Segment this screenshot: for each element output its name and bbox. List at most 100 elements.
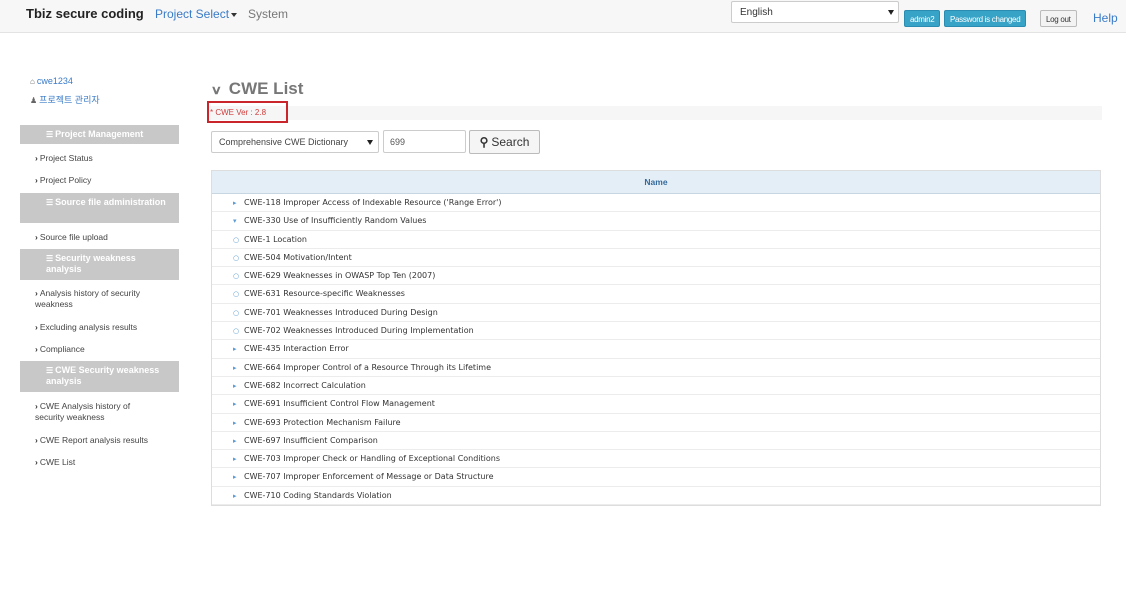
table-row[interactable]: ▾ CWE-330 Use of Insufficiently Random Va…: [212, 212, 1100, 231]
password-change-button[interactable]: Password is changed: [944, 10, 1027, 27]
caret-right-icon[interactable]: ▸: [233, 468, 237, 486]
project-select-label: Project Select: [155, 7, 230, 21]
dictionary-select[interactable]: Comprehensive CWE Dictionary: [211, 131, 379, 153]
caret-right-icon[interactable]: ▸: [233, 414, 237, 432]
sidebar-item-source-file-upload[interactable]: › Source file upload: [35, 232, 175, 243]
sidebar-item-excluding-analysis-results[interactable]: › Excluding analysis results: [35, 322, 175, 333]
sidebar-item-label: CWE Analysis history of security weaknes…: [35, 401, 131, 422]
table-row[interactable]: ▸ CWE-707 Improper Enforcement of Message…: [212, 468, 1100, 487]
row-label: CWE-707 Improper Enforcement of Message …: [244, 472, 494, 482]
caret-right-icon[interactable]: ▸: [233, 395, 237, 413]
list-icon: ☰: [46, 198, 54, 207]
table-row[interactable]: ▸ CWE-664 Improper Control of a Resource …: [212, 359, 1100, 377]
caret-right-icon[interactable]: ▸: [233, 432, 237, 450]
circle-icon[interactable]: ○: [233, 249, 239, 267]
table-row[interactable]: ▸ CWE-435 Interaction Error: [212, 340, 1100, 359]
home-icon: ⌂: [30, 77, 35, 86]
caret-down-icon[interactable]: ▾: [233, 212, 237, 230]
language-select[interactable]: English: [731, 1, 899, 23]
sidebar-item-label: CWE List: [39, 457, 76, 467]
sidebar-item-label: CWE Report analysis results: [39, 435, 149, 445]
table-row[interactable]: ▸ CWE-682 Incorrect Calculation: [212, 377, 1100, 396]
row-label: CWE-703 Improper Check or Handling of Ex…: [244, 454, 501, 464]
table-row[interactable]: ▸ CWE-693 Protection Mechanism Failure: [212, 414, 1100, 432]
table-header-name: Name: [212, 171, 1100, 194]
system-menu[interactable]: System: [248, 7, 288, 21]
table-row[interactable]: ▸ CWE-118 Improper Access of Indexable Re…: [212, 194, 1100, 213]
help-link[interactable]: Help: [1093, 11, 1118, 25]
chevron-down-icon[interactable]: ∨: [211, 83, 222, 97]
circle-icon[interactable]: ○: [233, 285, 239, 303]
table-body: ▸ CWE-118 Improper Access of Indexable Re…: [212, 194, 1100, 506]
language-select-value: English: [740, 7, 773, 18]
row-label: CWE-435 Interaction Error: [244, 344, 349, 354]
row-label: CWE-330 Use of Insufficiently Random Val…: [244, 216, 427, 226]
page-title: ∨ CWE List: [211, 79, 304, 99]
circle-icon[interactable]: ○: [233, 322, 239, 340]
search-button[interactable]: ⚲ Search: [469, 130, 540, 154]
search-input[interactable]: [383, 130, 466, 153]
chevron-right-icon: ›: [35, 153, 38, 163]
dropdown-arrow-icon: [888, 10, 894, 15]
user-info[interactable]: ⌂ cwe1234: [30, 76, 73, 86]
sidebar-item-project-status[interactable]: › Project Status: [35, 153, 175, 164]
chevron-right-icon: ›: [35, 401, 38, 411]
list-icon: ☰: [46, 254, 54, 263]
table-row[interactable]: ▸ CWE-691 Insufficient Control Flow Manag…: [212, 395, 1100, 414]
caret-right-icon[interactable]: ▸: [233, 377, 237, 395]
sidebar-item-project-policy[interactable]: › Project Policy: [35, 175, 175, 186]
section-security-weakness-analysis[interactable]: ☰ Security weakness analysis: [20, 249, 179, 280]
row-label: CWE-691 Insufficient Control Flow Manage…: [244, 399, 435, 409]
row-label: CWE-629 Weaknesses in OWASP Top Ten (200…: [244, 271, 436, 281]
row-label: CWE-631 Resource-specific Weaknesses: [244, 289, 405, 299]
section-title: CWE Security weakness analysis: [46, 365, 160, 386]
brand-link[interactable]: Tbiz secure coding: [26, 6, 144, 21]
sidebar-item-analysis-history[interactable]: › Analysis history of security weakness: [35, 288, 170, 310]
row-label: CWE-710 Coding Standards Violation: [244, 490, 392, 500]
sidebar-item-label: Analysis history of security weakness: [35, 288, 140, 309]
search-icon: ⚲: [479, 135, 489, 149]
sidebar-item-label: Excluding analysis results: [39, 322, 138, 332]
caret-right-icon[interactable]: ▸: [233, 487, 237, 505]
table-row[interactable]: ▸ CWE-697 Insufficient Comparison: [212, 432, 1100, 451]
user-button[interactable]: admin2: [904, 10, 941, 27]
section-project-management[interactable]: ☰ Project Management: [20, 125, 179, 144]
table-row[interactable]: ○ CWE-631 Resource-specific Weaknesses: [212, 285, 1100, 304]
search-button-label: Search: [491, 135, 530, 149]
caret-right-icon[interactable]: ▸: [233, 359, 237, 377]
row-label: CWE-504 Motivation/Intent: [244, 252, 352, 262]
role-label: 프로젝트 관리자: [39, 95, 100, 105]
table-row[interactable]: ○ CWE-1 Location: [212, 231, 1100, 249]
circle-icon[interactable]: ○: [233, 267, 239, 285]
sidebar-item-cwe-list[interactable]: › CWE List: [35, 457, 175, 468]
sidebar-item-compliance[interactable]: › Compliance: [35, 344, 175, 355]
sidebar-item-cwe-analysis-history[interactable]: › CWE Analysis history of security weakne…: [35, 401, 155, 423]
list-icon: ☰: [46, 366, 54, 375]
table-row[interactable]: ▸ CWE-703 Improper Check or Handling of E…: [212, 450, 1100, 469]
caret-right-icon[interactable]: ▸: [233, 450, 237, 468]
dictionary-select-value: Comprehensive CWE Dictionary: [219, 137, 349, 147]
logout-button[interactable]: Log out: [1040, 10, 1077, 27]
section-cwe-security-weakness-analysis[interactable]: ☰ CWE Security weakness analysis: [20, 361, 179, 392]
table-row[interactable]: ○ CWE-504 Motivation/Intent: [212, 249, 1100, 268]
version-bar: [207, 106, 1102, 120]
top-navbar: Tbiz secure coding Project Select System…: [0, 0, 1126, 33]
circle-icon[interactable]: ○: [233, 231, 239, 249]
row-label: CWE-693 Protection Mechanism Failure: [244, 417, 401, 427]
caret-right-icon[interactable]: ▸: [233, 340, 237, 358]
chevron-right-icon: ›: [35, 322, 38, 332]
section-title: Source file administration: [55, 197, 166, 207]
table-row[interactable]: ○ CWE-702 Weaknesses Introduced During Im…: [212, 322, 1100, 341]
row-label: CWE-118 Improper Access of Indexable Res…: [244, 198, 502, 207]
caret-right-icon[interactable]: ▸: [233, 194, 237, 212]
section-source-file-administration[interactable]: ☰ Source file administration: [20, 193, 179, 223]
sidebar-item-cwe-report-analysis-results[interactable]: › CWE Report analysis results: [35, 435, 175, 446]
table-row[interactable]: ○ CWE-629 Weaknesses in OWASP Top Ten (20…: [212, 267, 1100, 286]
project-select-menu[interactable]: Project Select: [155, 7, 238, 21]
table-row[interactable]: ▸ CWE-710 Coding Standards Violation: [212, 487, 1100, 506]
row-label: CWE-1 Location: [244, 234, 307, 244]
chevron-right-icon: ›: [35, 344, 38, 354]
circle-icon[interactable]: ○: [233, 304, 239, 322]
row-label: CWE-664 Improper Control of a Resource T…: [244, 362, 491, 372]
table-row[interactable]: ○ CWE-701 Weaknesses Introduced During De…: [212, 304, 1100, 323]
